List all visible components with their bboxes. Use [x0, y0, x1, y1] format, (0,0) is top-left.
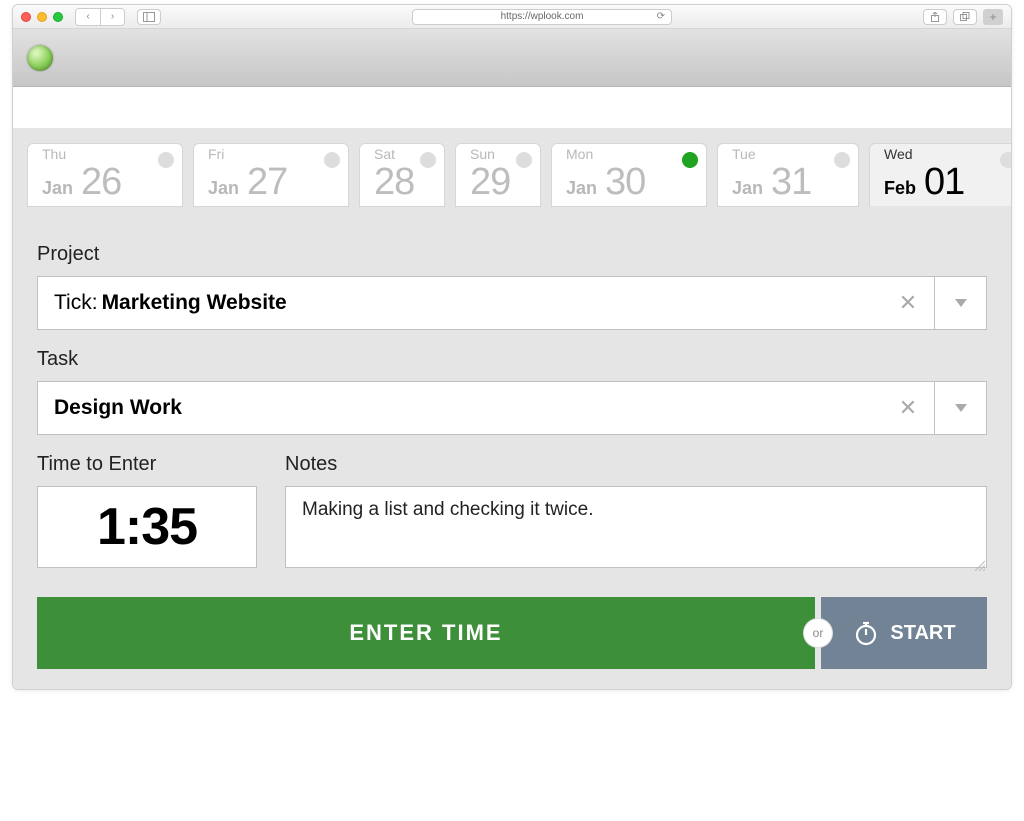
- time-label: Time to Enter: [37, 453, 257, 476]
- task-select[interactable]: Design Work ✕: [37, 381, 987, 435]
- date-status-dot: [516, 152, 532, 168]
- date-weekday: Wed: [884, 147, 1012, 161]
- app-logo-icon: [27, 45, 53, 71]
- date-card[interactable]: Mon Jan 30: [551, 143, 707, 207]
- date-card[interactable]: Thu Jan 26: [27, 143, 183, 207]
- traffic-lights: [21, 12, 63, 22]
- refresh-icon[interactable]: ⟳: [657, 11, 665, 22]
- date-day-number: 29: [470, 161, 510, 204]
- back-button[interactable]: ‹: [76, 9, 100, 25]
- new-tab-button[interactable]: +: [983, 9, 1003, 25]
- project-select[interactable]: Tick: Marketing Website ✕: [37, 276, 987, 330]
- share-icon: [930, 12, 940, 22]
- maximize-window-button[interactable]: [53, 12, 63, 22]
- date-day-number: 31: [771, 161, 811, 204]
- close-window-button[interactable]: [21, 12, 31, 22]
- minimize-window-button[interactable]: [37, 12, 47, 22]
- project-dropdown-button[interactable]: [934, 277, 986, 329]
- time-input[interactable]: 1:35: [37, 486, 257, 568]
- task-clear-button[interactable]: ✕: [882, 382, 934, 434]
- start-timer-button[interactable]: START: [821, 597, 987, 669]
- project-label: Project: [37, 243, 987, 266]
- date-status-dot: [834, 152, 850, 168]
- notes-label: Notes: [285, 453, 987, 476]
- date-weekday: Tue: [732, 147, 846, 161]
- task-value: Design Work: [38, 382, 882, 434]
- sidebar-toggle-button[interactable]: [137, 9, 161, 25]
- date-month: Jan: [208, 178, 239, 199]
- browser-window: ‹ › https://wplook.com ⟳ + Thu Jan 26 Fri Ja…: [12, 4, 1012, 690]
- nav-back-forward: ‹ ›: [75, 8, 125, 26]
- project-value: Tick: Marketing Website: [38, 277, 882, 329]
- or-divider: or: [804, 619, 832, 647]
- sidebar-icon: [143, 12, 155, 22]
- task-label: Task: [37, 348, 987, 371]
- chevron-down-icon: [954, 298, 968, 308]
- notes-textarea[interactable]: Making a list and checking it twice.: [285, 486, 987, 568]
- date-day-number: 30: [605, 161, 645, 204]
- start-label: START: [890, 622, 955, 645]
- tabs-button[interactable]: [953, 9, 977, 25]
- task-dropdown-button[interactable]: [934, 382, 986, 434]
- date-card[interactable]: Wed Feb 01: [869, 143, 1012, 207]
- date-month: Jan: [566, 178, 597, 199]
- share-button[interactable]: [923, 9, 947, 25]
- date-status-dot: [420, 152, 436, 168]
- date-day-number: 01: [924, 161, 964, 204]
- date-strip: Thu Jan 26 Fri Jan 27 Sat28Sun29 Mon Jan 30 Tue Jan…: [13, 129, 1011, 207]
- forward-button[interactable]: ›: [100, 9, 124, 25]
- date-card[interactable]: Sat28: [359, 143, 445, 207]
- date-weekday: Thu: [42, 147, 170, 161]
- enter-time-button[interactable]: ENTER TIME: [37, 597, 815, 669]
- tabs-icon: [960, 12, 970, 22]
- date-day-number: 28: [374, 161, 414, 204]
- chevron-down-icon: [954, 403, 968, 413]
- stopwatch-icon: [852, 619, 880, 647]
- address-bar[interactable]: https://wplook.com ⟳: [412, 9, 672, 25]
- browser-toolbar: ‹ › https://wplook.com ⟳ +: [13, 5, 1011, 29]
- date-month: Jan: [732, 178, 763, 199]
- address-url: https://wplook.com: [501, 11, 584, 22]
- date-status-dot: [158, 152, 174, 168]
- date-day-number: 26: [81, 161, 121, 204]
- date-card[interactable]: Fri Jan 27: [193, 143, 349, 207]
- date-card[interactable]: Sun29: [455, 143, 541, 207]
- date-weekday: Fri: [208, 147, 336, 161]
- date-day-number: 27: [247, 161, 287, 204]
- date-weekday: Mon: [566, 147, 694, 161]
- time-entry-form: Project Tick: Marketing Website ✕ Task D…: [13, 207, 1011, 689]
- app-header: [13, 29, 1011, 87]
- date-status-dot: [1000, 152, 1012, 168]
- date-month: Jan: [42, 178, 73, 199]
- date-status-dot: [682, 152, 698, 168]
- sub-header-bar: [13, 87, 1011, 129]
- date-status-dot: [324, 152, 340, 168]
- date-month: Feb: [884, 178, 916, 199]
- project-clear-button[interactable]: ✕: [882, 277, 934, 329]
- date-card[interactable]: Tue Jan 31: [717, 143, 859, 207]
